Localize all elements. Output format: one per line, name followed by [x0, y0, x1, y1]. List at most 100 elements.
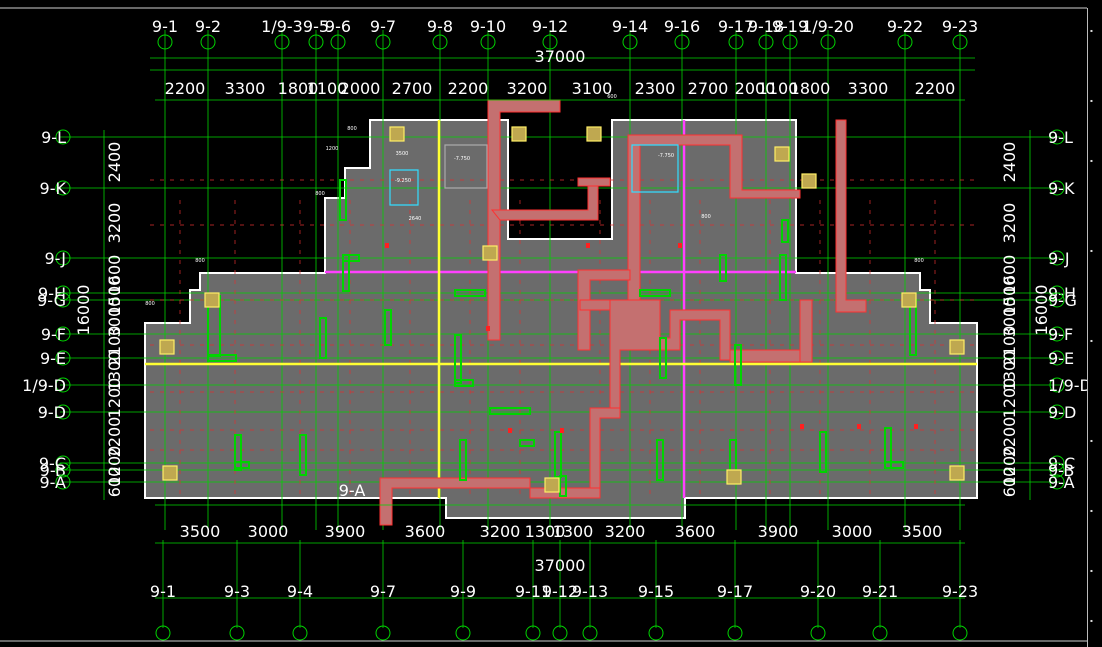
left-dimension-value: 600 [105, 467, 124, 498]
foundation-plan-drawing[interactable]: -9.250-7.750 -7.7509-1 9-2 1/9-3 9-59-6 9-7 9-… [0, 0, 1087, 647]
left-row-label: 9-F [41, 325, 66, 344]
pile-cap [949, 465, 965, 481]
axis-bubble [292, 625, 308, 641]
bottom-axis-label: 9-3 [224, 582, 250, 601]
top-axis-label: 1/9-20 [802, 17, 854, 36]
small-dimension-value: 800 [701, 214, 711, 220]
top-dimension-value: 2200 [448, 79, 489, 98]
top-axis-label: 9-23 [942, 17, 978, 36]
top-total-dimension: 37000 [535, 47, 586, 66]
red-marker [586, 243, 590, 248]
title-block-cell: ▪ [1090, 568, 1093, 573]
level-mark: -7.750 [454, 156, 470, 162]
red-marker [486, 326, 490, 331]
right-row-label: 9-K [1048, 179, 1075, 198]
right-dimension-value: 2400 [1000, 142, 1019, 183]
right-row-label: 9-D [1048, 403, 1076, 422]
left-dimension-value: 2400 [105, 142, 124, 183]
pile-cap [159, 339, 175, 355]
right-row-label: 9-F [1048, 325, 1073, 344]
cad-drawing-viewport[interactable]: -9.250 -7.750 -7.750 9-1 9-2 1/9-3 9-5 9-6 9-7 9-… [0, 0, 1102, 647]
pile-cap [162, 465, 178, 481]
hatched-wall [577, 177, 611, 187]
right-row-label: 9-A [1048, 473, 1075, 492]
small-dimension-value: 600 [607, 94, 617, 100]
top-axis-label: 9-6 [325, 17, 351, 36]
red-marker [857, 424, 861, 429]
right-dimension-value: 1200 [1000, 378, 1019, 419]
left-row-label: 9-E [40, 349, 66, 368]
pile-cap [544, 477, 560, 493]
right-row-label: 9-J [1048, 249, 1070, 268]
top-dimension-value: 2200 [165, 79, 206, 98]
axis-bubble [375, 625, 391, 641]
bottom-total-dimension: 37000 [535, 556, 586, 575]
bottom-axis-label: 9-20 [800, 582, 836, 601]
bottom-axis-label: 9-7 [370, 582, 396, 601]
bottom-axis-label: 9-1 [150, 582, 176, 601]
right-row-label: 9-L [1048, 128, 1073, 147]
axis-bubble [872, 625, 888, 641]
top-axis-label: 1/9-3 [261, 17, 303, 36]
bottom-axis-label: 9-17 [717, 582, 753, 601]
top-axis-label: 9-22 [887, 17, 923, 36]
top-axis-label: 9-16 [664, 17, 700, 36]
top-dimension-value: 2700 [688, 79, 729, 98]
bottom-dimension-value: 3200 [605, 522, 646, 541]
level-mark: -9.250 [395, 178, 411, 184]
left-dimension-value: 1200 [105, 378, 124, 419]
left-row-label: 1/9-D [22, 376, 66, 395]
bottom-dimension-value: 1300 [553, 522, 594, 541]
top-axis-label: 9-7 [370, 17, 396, 36]
top-dimension-value: 3300 [848, 79, 889, 98]
bottom-dimension-value: 3000 [832, 522, 873, 541]
title-block-cell: ▪ [1090, 28, 1093, 33]
pile-cap [949, 339, 965, 355]
right-total-dimension: 16000 [1032, 285, 1051, 336]
pile-cap [801, 173, 817, 189]
axis-bubble [952, 625, 968, 641]
top-dimension-value: 1800 [790, 79, 831, 98]
red-marker [385, 243, 389, 248]
bottom-axis-label: 9-15 [638, 582, 674, 601]
bottom-dimension-value: 3500 [902, 522, 943, 541]
left-row-label: 9-K [40, 179, 67, 198]
right-row-label: 1/9-D [1048, 376, 1087, 395]
axis-bubble [582, 625, 598, 641]
axis-bubble [648, 625, 664, 641]
top-axis-label: 9-10 [470, 17, 506, 36]
left-total-dimension: 16000 [74, 285, 93, 336]
title-block-cell: ▪ [1090, 338, 1093, 343]
left-row-label: 9-J [44, 249, 66, 268]
small-dimension-value: 800 [914, 258, 924, 264]
top-dimension-value: 3200 [507, 79, 548, 98]
title-block-cell: ▪ [1090, 158, 1093, 163]
axis-bubble [552, 625, 568, 641]
pile-cap [774, 146, 790, 162]
bottom-axis-label: 9-23 [942, 582, 978, 601]
top-axis-label: 9-14 [612, 17, 648, 36]
pile-cap [204, 292, 220, 308]
hatched-wall [579, 299, 611, 311]
small-dimension-value: 800 [347, 126, 357, 132]
top-axis-label: 9-1 [152, 17, 178, 36]
pile-cap [482, 245, 498, 261]
bottom-dimension-value: 3600 [675, 522, 716, 541]
bottom-axis-label: 9-9 [450, 582, 476, 601]
axis-bubble [229, 625, 245, 641]
title-block-cell: ▪ [1090, 618, 1093, 623]
bottom-axis-label: 9-21 [862, 582, 898, 601]
top-dimension-value: 3300 [225, 79, 266, 98]
axis-bubble [455, 625, 471, 641]
bottom-dimension-value: 3500 [180, 522, 221, 541]
small-dimension-value: 2640 [409, 216, 422, 222]
pile-cap [389, 126, 405, 142]
title-block-cell: ▪ [1090, 248, 1093, 253]
red-marker [914, 424, 918, 429]
bottom-dimension-value: 3900 [758, 522, 799, 541]
title-block-cell: ▪ [1090, 438, 1093, 443]
pile-cap [511, 126, 527, 142]
right-dimension-value: 600 [1000, 467, 1019, 498]
small-dimension-value: 800 [195, 258, 205, 264]
red-marker [678, 243, 682, 248]
